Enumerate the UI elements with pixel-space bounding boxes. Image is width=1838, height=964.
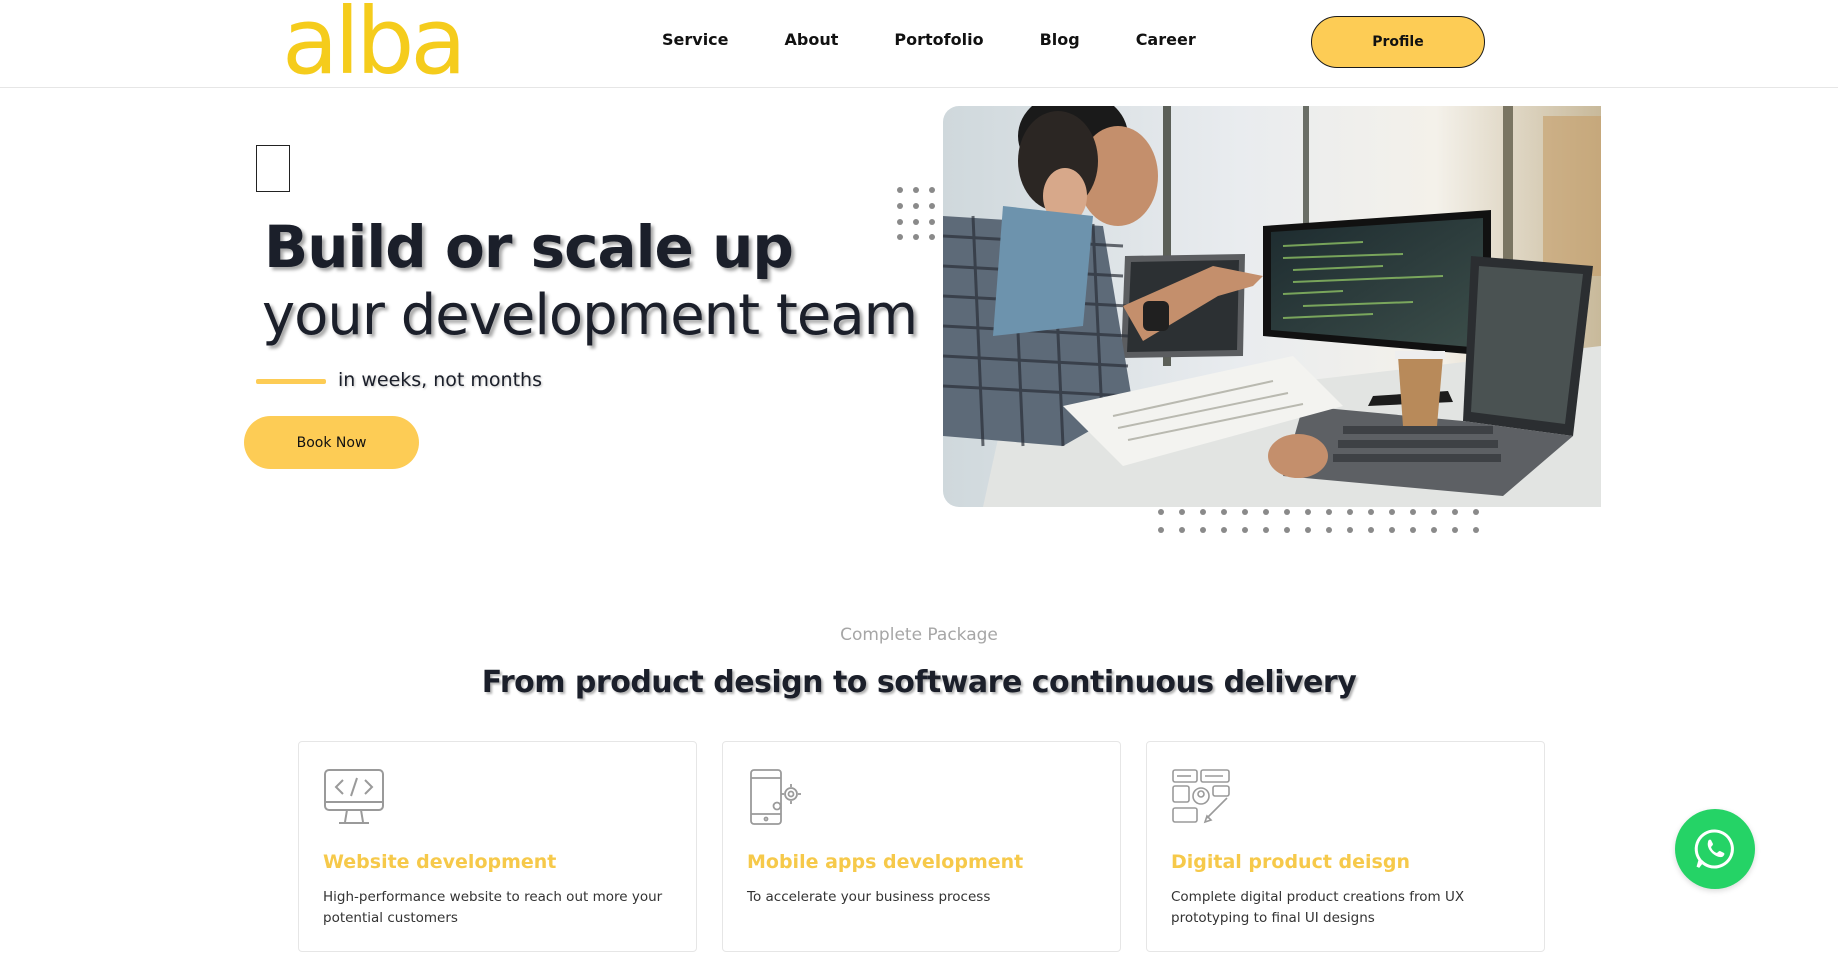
card-description: To accelerate your business process xyxy=(747,889,991,905)
nav-item-career[interactable]: Career xyxy=(1136,30,1196,49)
card-description: Complete digital product creations from … xyxy=(1171,889,1465,926)
hero-title: Build or scale up xyxy=(264,213,794,281)
service-card-website[interactable]: Website development High-performance web… xyxy=(298,741,697,952)
nav-item-about[interactable]: About xyxy=(785,30,839,49)
card-title: Mobile apps development xyxy=(747,851,1024,873)
top-nav: alba Service About Portofolio Blog Caree… xyxy=(0,0,1838,88)
whatsapp-chat-button[interactable] xyxy=(1675,809,1755,889)
decorative-dots-grid xyxy=(897,187,935,240)
decorative-dots-row xyxy=(1158,509,1479,533)
section-title: From product design to software continuo… xyxy=(481,665,1357,700)
nav-item-blog[interactable]: Blog xyxy=(1040,30,1080,49)
card-description: High-performance website to reach out mo… xyxy=(323,889,663,926)
monitor-code-icon xyxy=(324,769,384,824)
mobile-gear-icon xyxy=(750,769,801,825)
tagline-accent-line xyxy=(256,379,326,384)
decorative-outline-box xyxy=(256,145,290,192)
nav-item-portofolio[interactable]: Portofolio xyxy=(894,30,983,49)
hero-subtitle: your development team xyxy=(262,283,918,348)
nav-links: Service About Portofolio Blog Career xyxy=(662,30,1252,49)
hero-photo-developers xyxy=(943,106,1601,507)
book-now-button[interactable]: Book Now xyxy=(244,416,419,469)
card-title: Website development xyxy=(323,851,557,873)
hero-tagline: in weeks, not months xyxy=(338,369,542,391)
card-title: Digital product deisgn xyxy=(1171,851,1410,873)
service-card-design[interactable]: Digital product deisgn Complete digital … xyxy=(1146,741,1545,952)
section-eyebrow: Complete Package xyxy=(840,625,998,645)
design-layout-icon xyxy=(1172,769,1230,824)
profile-button[interactable]: Profile xyxy=(1311,16,1485,68)
brand-logo[interactable]: alba xyxy=(282,0,467,88)
whatsapp-icon xyxy=(1694,829,1734,869)
nav-item-service[interactable]: Service xyxy=(662,30,729,49)
service-card-mobile[interactable]: Mobile apps development To accelerate yo… xyxy=(722,741,1121,952)
